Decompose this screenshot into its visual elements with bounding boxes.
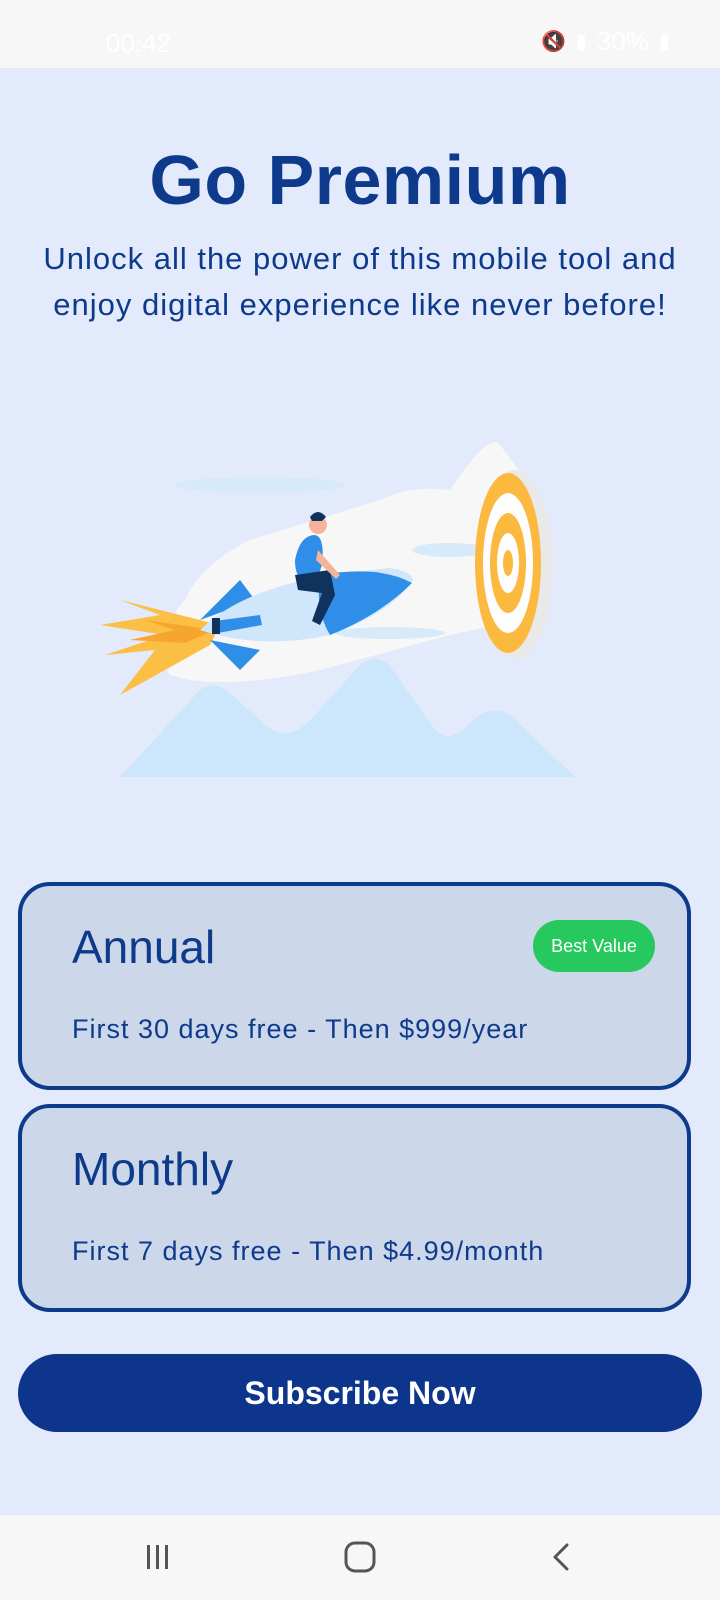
plan-card-annual[interactable]: Annual Best Value First 30 days free - T… [18, 882, 691, 1090]
plan-description: First 7 days free - Then $4.99/month [72, 1236, 545, 1266]
plan-name: Annual [72, 921, 216, 973]
plan-name: Monthly [72, 1143, 234, 1195]
status-icons: 🔇 ▮ 30% ▮ [541, 26, 670, 57]
battery-percent: 30% [596, 26, 649, 56]
best-value-badge: Best Value [533, 920, 655, 972]
back-icon[interactable] [532, 1535, 592, 1579]
page-subtitle: Unlock all the power of this mobile tool… [43, 241, 677, 322]
status-time: 00:42 [106, 28, 172, 58]
status-bar: 00:42 🔇 ▮ 30% ▮ [0, 0, 720, 68]
plan-description: First 30 days free - Then $999/year [72, 1014, 529, 1044]
signal-icon: ▮ [575, 31, 587, 53]
plan-card-monthly[interactable]: Monthly First 7 days free - Then $4.99/m… [18, 1104, 691, 1312]
subscribe-now-button[interactable]: Subscribe Now [18, 1354, 702, 1432]
home-icon[interactable] [330, 1535, 390, 1579]
system-nav-bar [0, 1515, 720, 1600]
mute-icon: 🔇 [541, 31, 566, 53]
rocket-target-illustration [100, 442, 575, 777]
page-title: Go Premium [149, 141, 571, 219]
battery-icon: ▮ [658, 31, 670, 53]
recent-apps-icon[interactable] [128, 1535, 188, 1579]
